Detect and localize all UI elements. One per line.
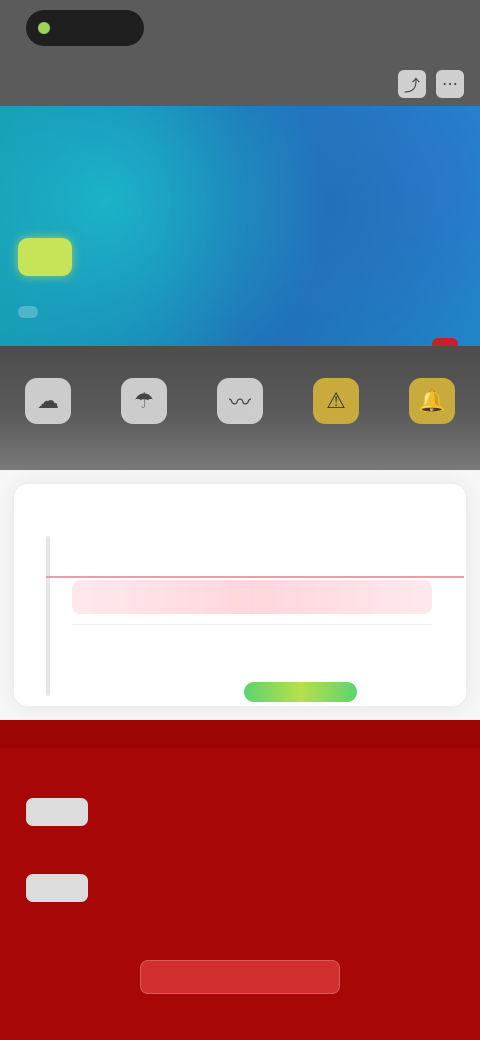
info-row [26,874,456,902]
nav-icons: ⤴ ⋯ [398,70,464,98]
footer-button[interactable] [140,960,340,994]
tab-grid: ☁ ☂ 〰 ⚠ 🔔 [0,346,480,470]
forecast-card [14,484,466,706]
bell-icon: 🔔 [409,378,455,424]
more-icon[interactable]: ⋯ [436,70,464,98]
panel-top-strip [0,720,480,748]
hero-label [18,306,38,318]
top-nav: ⤴ ⋯ [0,60,480,106]
forecast-card-wrapper [0,470,480,720]
info-pill [26,874,88,902]
vertical-divider [46,536,50,696]
status-dot-icon [38,22,50,34]
tabs-strip: ☁ ☂ 〰 ⚠ 🔔 [0,346,480,470]
tab-wind[interactable]: 〰 [192,346,288,432]
hero-banner [0,106,480,350]
status-pill [26,10,144,46]
cloud-icon: ☁ [25,378,71,424]
status-bar [0,0,480,60]
wind-icon: 〰 [217,378,263,424]
horizontal-divider [46,576,464,578]
bottom-panel [0,720,480,1040]
hero-badge[interactable] [18,238,72,276]
tab-alert[interactable]: ⚠ [288,346,384,432]
rain-icon: ☂ [121,378,167,424]
alert-icon: ⚠ [313,378,359,424]
tab-bell[interactable]: 🔔 [384,346,480,432]
tab-cloud[interactable]: ☁ [0,346,96,432]
progress-bar [244,682,357,702]
tab-rain[interactable]: ☂ [96,346,192,432]
screen: ⤴ ⋯ ☁ ☂ 〰 ⚠ 🔔 [0,0,480,1040]
info-pill [26,798,88,826]
highlight-band [72,580,432,614]
info-row [26,798,456,826]
share-icon[interactable]: ⤴ [398,70,426,98]
grid-line [72,624,432,625]
